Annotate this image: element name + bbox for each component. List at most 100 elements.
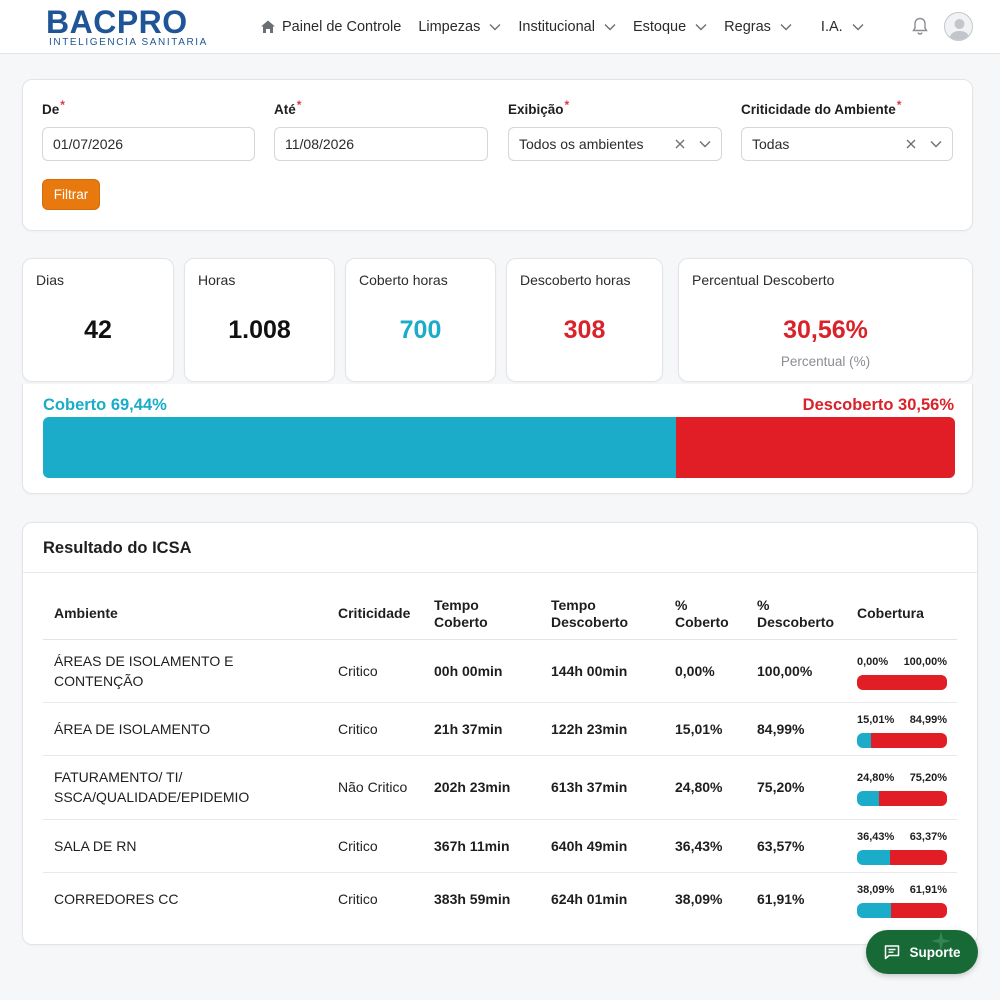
display-label: Exibição — [508, 102, 564, 117]
required-mark: * — [564, 98, 570, 112]
stat-label: Horas — [198, 272, 236, 288]
cell-pct-descoberto: 63,57% — [746, 819, 846, 873]
mini-uncovered-segment — [879, 791, 947, 806]
mini-coverage-bar: 15,01% 84,99% — [857, 710, 947, 748]
cell-pct-coberto: 0,00% — [664, 639, 746, 703]
criticality-field: Criticidade do Ambiente* Todas — [741, 98, 953, 161]
nav-item-ia[interactable]: I.A. — [821, 19, 864, 35]
criticality-label: Criticidade do Ambiente — [741, 102, 896, 117]
mini-coverage-bar: 0,00% 100,00% — [857, 652, 947, 690]
column-header-criticidade[interactable]: Criticidade — [327, 589, 423, 640]
cell-ambiente: FATURAMENTO/ TI/SSCA/QUALIDADE/EPIDEMIO — [43, 755, 327, 820]
from-date-input[interactable]: 01/07/2026 — [42, 127, 255, 161]
required-mark: * — [296, 98, 302, 112]
cell-pct-descoberto: 84,99% — [746, 702, 846, 756]
mini-covered-segment — [857, 791, 880, 806]
to-field: Até* 11/08/2026 — [274, 98, 488, 161]
logo[interactable]: BACPRO INTELIGENCIA SANITARIA — [46, 6, 216, 48]
covered-percent-label: Coberto 69,44% — [43, 396, 167, 414]
filter-button[interactable]: Filtrar — [42, 179, 100, 210]
stat-label: Percentual Descoberto — [692, 272, 835, 288]
cell-criticidade: Critico — [338, 890, 378, 907]
icsa-table: Ambiente Criticidade Tempo Coberto Tempo D… — [43, 589, 957, 925]
stat-card-percent-uncovered: Percentual Descoberto 30,56% Percentual … — [678, 258, 973, 382]
mini-covered-segment — [857, 902, 892, 918]
nav-item-estoque[interactable]: Estoque — [633, 19, 707, 35]
table-row[interactable]: ÁREA DE ISOLAMENTO Critico 21h 37min 122h 2… — [43, 702, 957, 756]
cell-pct-descoberto: 100,00% — [746, 639, 846, 703]
stat-value: 308 — [563, 316, 606, 344]
nav-item-regras[interactable]: Regras — [724, 19, 792, 35]
column-header-ambiente[interactable]: Ambiente — [43, 589, 327, 640]
cell-pct-coberto: 38,09% — [675, 890, 723, 907]
cell-pct-coberto: 15,01% — [664, 702, 746, 756]
cell-tempo-coberto: 383h 59min — [434, 890, 511, 907]
stat-label: Dias — [36, 272, 65, 288]
chevron-down-icon — [489, 21, 501, 33]
coverage-bar-card: Coberto 69,44% Descoberto 30,56% — [22, 384, 973, 494]
table-row[interactable]: SALA DE RN Critico 367h 11min 640h 49min 36,… — [43, 819, 957, 873]
required-mark: * — [896, 98, 902, 112]
to-date-input[interactable]: 11/08/2026 — [274, 127, 488, 161]
criticality-value: Todas — [752, 136, 790, 152]
cell-tempo-coberto: 21h 37min — [423, 702, 540, 756]
avatar-icon[interactable] — [944, 12, 973, 41]
cell-cobertura: 24,80% 75,20% — [846, 755, 957, 820]
mini-covered-label: 24,80% — [857, 772, 895, 784]
stat-card-hours: Horas 1.008 — [184, 258, 335, 382]
filter-panel: De* 01/07/2026 Até* 11/08/2026 Exibição*… — [22, 79, 973, 231]
mini-covered-label: 36,43% — [857, 830, 895, 843]
display-select[interactable]: Todos os ambientes — [508, 127, 722, 161]
cell-tempo-coberto: 202h 23min — [423, 755, 540, 820]
nav-item-institucional[interactable]: Institucional — [518, 19, 616, 35]
nav-item-limpezas[interactable]: Limpezas — [418, 19, 501, 35]
mini-uncovered-segment — [857, 674, 947, 690]
mini-covered-label: 0,00% — [857, 655, 889, 668]
support-button[interactable]: Suporte — [866, 930, 978, 974]
mini-uncovered-segment — [889, 849, 947, 865]
cell-ambiente: ÁREAS DE ISOLAMENTO E CONTENÇÃO — [43, 639, 327, 703]
clear-x-icon[interactable] — [906, 139, 916, 149]
main-nav: Painel de Controle Limpezas Instituciona… — [260, 0, 881, 54]
nav-label: Painel de Controle — [282, 19, 402, 35]
mini-coverage-bar: 24,80% 75,20% — [857, 768, 947, 806]
cell-tempo-descoberto: 624h 01min — [551, 890, 628, 907]
column-header-tempo-coberto[interactable]: Tempo Coberto — [423, 589, 540, 640]
cell-cobertura: 0,00% 100,00% — [846, 639, 957, 703]
column-header-pct-descoberto[interactable]: % Descoberto — [746, 589, 846, 640]
logo-text: BACPRO — [46, 4, 188, 40]
chat-icon — [885, 945, 900, 960]
nav-item-dashboard[interactable]: Painel de Controle — [260, 19, 401, 35]
covered-segment — [43, 417, 677, 478]
uncovered-percent-label: Descoberto 30,56% — [802, 396, 954, 414]
bell-icon[interactable] — [910, 16, 930, 36]
nav-label: Estoque — [632, 19, 687, 35]
icsa-results-card: Resultado do ICSA Ambiente Criticidade T… — [22, 522, 978, 945]
display-field: Exibição* Todos os ambientes — [508, 98, 722, 161]
stat-value: 42 — [84, 316, 112, 344]
cell-ambiente: ÁREA DE ISOLAMENTO — [43, 702, 327, 756]
mini-uncovered-label: 75,20% — [909, 772, 947, 784]
column-header-tempo-descoberto[interactable]: Tempo Descoberto — [540, 589, 664, 640]
cell-tempo-descoberto: 640h 49min — [540, 819, 664, 873]
chevron-down-icon[interactable] — [699, 140, 711, 148]
to-label: Até — [274, 102, 296, 117]
cell-criticidade: Critico — [327, 819, 423, 873]
mini-uncovered-label: 61,91% — [909, 883, 947, 896]
cell-tempo-coberto: 00h 00min — [423, 639, 540, 703]
criticality-select[interactable]: Todas — [741, 127, 953, 161]
column-header-pct-coberto[interactable]: % Coberto — [664, 589, 746, 640]
table-row[interactable]: CORREDORES CC Critico 383h 59min 624h 01min… — [43, 872, 957, 925]
nav-label: I.A. — [820, 19, 843, 35]
clear-x-icon[interactable] — [675, 139, 685, 149]
table-title: Resultado do ICSA — [43, 539, 192, 557]
cell-cobertura: 38,09% 61,91% — [846, 872, 957, 925]
table-row[interactable]: ÁREAS DE ISOLAMENTO E CONTENÇÃO Critico 00h… — [43, 639, 957, 703]
stat-card-days: Dias 42 — [22, 258, 174, 382]
chevron-down-icon[interactable] — [930, 140, 942, 148]
table-row[interactable]: FATURAMENTO/ TI/SSCA/QUALIDADE/EPIDEMIO N… — [43, 755, 957, 820]
stat-label: Coberto horas — [359, 272, 448, 288]
column-header-cobertura[interactable]: Cobertura — [846, 589, 957, 640]
mini-covered-label: 15,01% — [857, 713, 895, 726]
stat-subtitle: Percentual (%) — [780, 354, 871, 369]
